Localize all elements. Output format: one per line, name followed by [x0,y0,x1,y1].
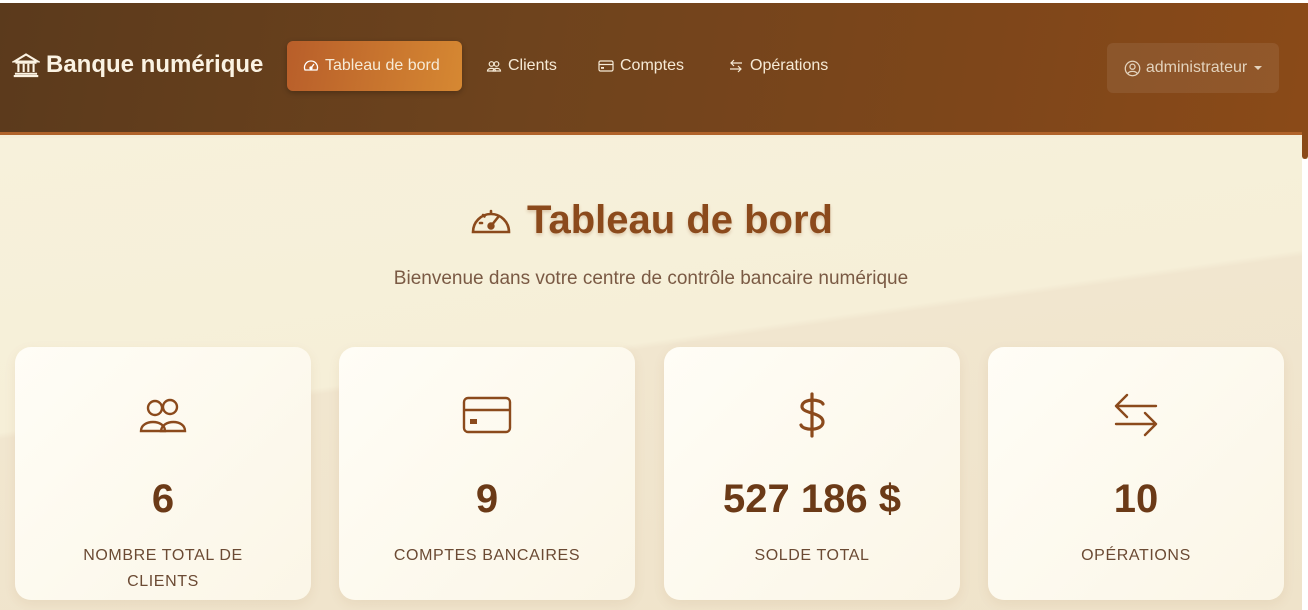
credit-card-icon [598,60,614,72]
user-name: administrateur [1145,59,1248,76]
user-menu[interactable]: administrateur [1107,43,1279,93]
stat-card-comptes: 9 COMPTES BANCAIRES [339,347,635,600]
speedometer-icon [471,209,511,233]
people-icon [139,398,187,433]
arrows-exchange-icon [730,59,742,73]
nav-operations[interactable]: Opérations [712,41,844,91]
stat-card-solde: 527 186 $ SOLDE TOTAL [664,347,960,600]
stat-value: 6 [151,477,175,521]
stat-value: 9 [475,477,499,521]
stat-card-operations: 10 OPÉRATIONS [988,347,1284,600]
nav-comptes[interactable]: Comptes [582,41,700,91]
arrows-exchange-icon [1114,393,1158,437]
stat-value: 527 186 $ [723,477,901,521]
navbar: Banque numérique Tableau de bord Clients… [0,3,1302,135]
stat-label: NOMBRE TOTAL DE CLIENTS [83,547,243,590]
bank-icon [12,53,40,78]
nav-label: Opérations [750,57,829,74]
brand-label: Banque numérique [46,51,264,78]
dollar-icon [799,392,825,438]
chevron-down-icon [1254,66,1263,70]
stat-value: 10 [1113,477,1159,521]
page-title: Tableau de bord [0,198,1302,243]
page-subtitle: Bienvenue dans votre centre de contrôle … [393,268,909,289]
user-circle-icon [1124,60,1141,76]
stat-card-clients: 6 NOMBRE TOTAL DE CLIENTS [15,347,311,600]
brand[interactable]: Banque numérique [12,51,263,79]
scrollbar-thumb[interactable] [1302,3,1308,159]
people-icon [486,61,502,72]
credit-card-icon [462,396,512,434]
speedometer-icon [303,60,319,71]
nav-label: Comptes [620,57,685,74]
nav-tableau-de-bord[interactable]: Tableau de bord [287,41,462,91]
stat-label: SOLDE TOTAL [754,547,870,564]
page-title-text: Tableau de bord [527,198,833,242]
stat-label: OPÉRATIONS [1081,547,1191,564]
stat-label: COMPTES BANCAIRES [393,547,581,564]
scrollbar-track[interactable] [1302,159,1308,610]
nav-label: Tableau de bord [325,57,440,74]
nav-clients[interactable]: Clients [470,41,573,91]
nav-label: Clients [508,57,557,74]
